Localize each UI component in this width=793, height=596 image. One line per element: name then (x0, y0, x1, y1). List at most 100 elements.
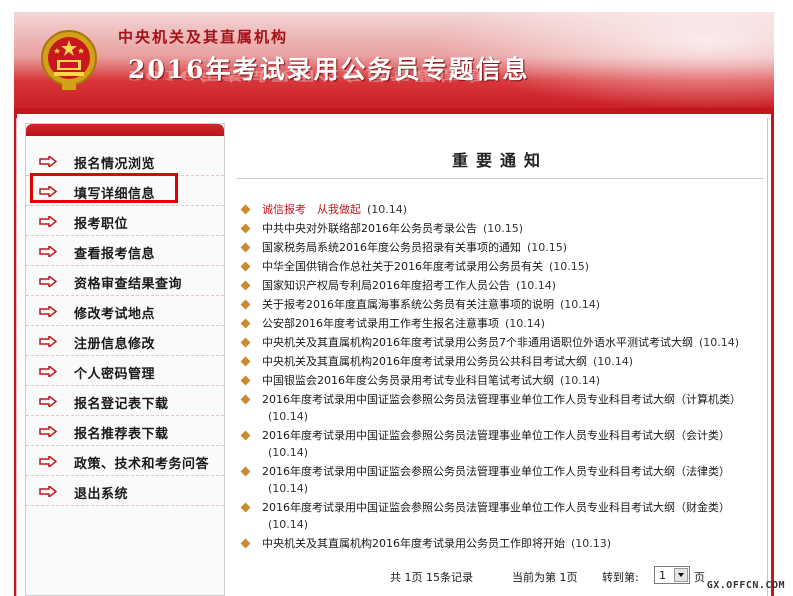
notice-link[interactable]: 国家知识产权局专利局2016年度招考工作人员公告 (262, 279, 510, 292)
header-banner: 中央机关及其直属机构 2016年考试录用公务员专题信息 2016年考试录用公务员… (14, 12, 774, 110)
arrow-right-icon (39, 366, 57, 377)
notice-link[interactable]: 2016年度考试录用中国证监会参照公务员法管理事业单位工作人员专业科目考试大纲（… (262, 393, 741, 406)
diamond-bullet-icon (240, 466, 251, 477)
sidebar-item-label: 注册信息修改 (74, 337, 156, 352)
diamond-bullet-icon (240, 430, 251, 441)
notice-link[interactable]: 中国银监会2016年度公务员录用考试专业科目笔试考试大纲 (262, 374, 554, 387)
notice-link[interactable]: 2016年度考试录用中国证监会参照公务员法管理事业单位工作人员专业科目考试大纲（… (262, 429, 730, 442)
chevron-down-icon[interactable] (674, 568, 688, 582)
arrow-right-icon (39, 456, 57, 467)
sidebar-item-download-recommendation-form[interactable]: 报名推荐表下载 (26, 416, 224, 446)
notice-link[interactable]: 中央机关及其直属机构2016年度考试录用公务员工作即将开始 (262, 537, 565, 550)
diamond-bullet-icon (240, 538, 251, 549)
sidebar-item-edit-registration[interactable]: 注册信息修改 (26, 326, 224, 356)
sidebar-header (26, 124, 224, 136)
diamond-bullet-icon (240, 337, 251, 348)
sidebar-item-qualification-result[interactable]: 资格审查结果查询 (26, 266, 224, 296)
notice-link[interactable]: 中共中央对外联络部2016年公务员考录公告 (262, 222, 477, 235)
sidebar-item-apply-position[interactable]: 报考职位 (26, 206, 224, 236)
pagination-total: 共 1页 15条记录 (390, 571, 473, 584)
banner-subtitle: 中央机关及其直属机构 (118, 28, 289, 46)
sidebar-item-view-application[interactable]: 查看报考信息 (26, 236, 224, 266)
sidebar-item-label: 个人密码管理 (74, 367, 156, 382)
notice-link[interactable]: 中华全国供销合作总社关于2016年度考试录用公务员有关 (262, 260, 543, 273)
arrow-right-icon (39, 276, 57, 287)
notice-date: (10.13) (571, 537, 612, 550)
diamond-bullet-icon (240, 356, 251, 367)
notice-date: (10.15) (483, 222, 524, 235)
sidebar-item-browse-registration[interactable]: 报名情况浏览 (26, 146, 224, 176)
arrow-right-icon (39, 216, 57, 227)
notice-item: 2016年度考试录用中国证监会参照公务员法管理事业单位工作人员专业科目考试大纲（… (238, 463, 758, 497)
diamond-bullet-icon (240, 261, 251, 272)
notice-link[interactable]: 国家税务局系统2016年度公务员招录有关事项的通知 (262, 241, 521, 254)
notice-link[interactable]: 关于报考2016年度直属海事系统公务员有关注意事项的说明 (262, 298, 554, 311)
notice-item: 中央机关及其直属机构2016年度考试录用公务员工作即将开始 (10.13) (238, 535, 758, 552)
arrow-right-icon (39, 486, 57, 497)
section-title-text: 重要通知 (451, 151, 548, 170)
sidebar-item-label: 资格审查结果查询 (74, 277, 183, 292)
diamond-bullet-icon (240, 502, 251, 513)
notice-link[interactable]: 2016年度考试录用中国证监会参照公务员法管理事业单位工作人员专业科目考试大纲（… (262, 501, 730, 514)
notice-link[interactable]: 中央机关及其直属机构2016年度考试录用公务员7个非通用语职位外语水平测试考试大… (262, 336, 693, 349)
notice-item: 中共中央对外联络部2016年公务员考录公告 (10.15) (238, 220, 758, 237)
arrow-right-icon (39, 246, 57, 257)
sidebar-item-change-exam-location[interactable]: 修改考试地点 (26, 296, 224, 326)
diamond-bullet-icon (240, 242, 251, 253)
notice-date: (10.14) (560, 298, 601, 311)
notice-list: 诚信报考 从我做起 (10.14) 中共中央对外联络部2016年公务员考录公告 (1… (238, 201, 758, 554)
diamond-bullet-icon (240, 318, 251, 329)
diamond-bullet-icon (240, 299, 251, 310)
notice-date: (10.14) (367, 203, 408, 216)
notice-item: 诚信报考 从我做起 (10.14) (238, 201, 758, 218)
sidebar-item-label: 政策、技术和考务问答 (74, 457, 210, 472)
arrow-right-icon (39, 306, 57, 317)
diamond-bullet-icon (240, 280, 251, 291)
notice-date: (10.14) (505, 317, 546, 330)
notice-link[interactable]: 诚信报考 从我做起 (262, 203, 361, 216)
pagination-goto-label: 转到第: (602, 571, 639, 584)
page-select[interactable]: 1 (654, 566, 690, 584)
sidebar-item-label: 报名情况浏览 (74, 157, 156, 172)
diamond-bullet-icon (240, 223, 251, 234)
notice-date: (10.14) (699, 336, 740, 349)
sidebar-item-label: 退出系统 (74, 487, 129, 502)
main-panel: 重要通知 诚信报考 从我做起 (10.14) 中共中央对外联络部2016年公务员考… (230, 123, 765, 596)
sidebar-item-password-management[interactable]: 个人密码管理 (26, 356, 224, 386)
sidebar-item-download-registration-form[interactable]: 报名登记表下载 (26, 386, 224, 416)
notice-link[interactable]: 2016年度考试录用中国证监会参照公务员法管理事业单位工作人员专业科目考试大纲（… (262, 465, 730, 478)
sidebar-item-faq[interactable]: 政策、技术和考务问答 (26, 446, 224, 476)
notice-date: (10.14) (268, 446, 309, 459)
diamond-bullet-icon (240, 204, 251, 215)
notice-date: (10.14) (268, 410, 309, 423)
notice-date: (10.14) (268, 518, 309, 531)
sidebar-item-fill-details[interactable]: 填写详细信息 (26, 176, 224, 206)
notice-date: (10.14) (560, 374, 601, 387)
notice-item: 国家税务局系统2016年度公务员招录有关事项的通知 (10.15) (238, 239, 758, 256)
notice-item: 中央机关及其直属机构2016年度考试录用公务员公共科目考试大纲 (10.14) (238, 353, 758, 370)
arrow-right-icon (39, 336, 57, 347)
arrow-right-icon (39, 186, 57, 197)
notice-item: 中央机关及其直属机构2016年度考试录用公务员7个非通用语职位外语水平测试考试大… (238, 334, 758, 351)
notice-item: 中国银监会2016年度公务员录用考试专业科目笔试考试大纲 (10.14) (238, 372, 758, 389)
sidebar-item-label: 修改考试地点 (74, 307, 156, 322)
notice-link[interactable]: 中央机关及其直属机构2016年度考试录用公务员公共科目考试大纲 (262, 355, 587, 368)
diamond-bullet-icon (240, 375, 251, 386)
notice-item: 2016年度考试录用中国证监会参照公务员法管理事业单位工作人员专业科目考试大纲（… (238, 427, 758, 461)
notice-item: 2016年度考试录用中国证监会参照公务员法管理事业单位工作人员专业科目考试大纲（… (238, 391, 758, 425)
diamond-bullet-icon (240, 394, 251, 405)
notice-item: 2016年度考试录用中国证监会参照公务员法管理事业单位工作人员专业科目考试大纲（… (238, 499, 758, 533)
sidebar: 报名情况浏览 填写详细信息 报考职位 查看报考信息 资格审查结果查询 修改考试地… (25, 123, 225, 596)
notice-date: (10.15) (527, 241, 568, 254)
notice-date: (10.15) (549, 260, 590, 273)
notice-link[interactable]: 公安部2016年度考试录用工作考生报名注意事项 (262, 317, 499, 330)
pagination-suffix: 页 (694, 571, 705, 584)
notice-date: (10.14) (268, 482, 309, 495)
arrow-right-icon (39, 396, 57, 407)
national-emblem-icon (41, 30, 97, 90)
sidebar-item-label: 查看报考信息 (74, 247, 156, 262)
sidebar-item-logout[interactable]: 退出系统 (26, 476, 224, 506)
sidebar-item-label: 报名推荐表下载 (74, 427, 169, 442)
notice-item: 中华全国供销合作总社关于2016年度考试录用公务员有关 (10.15) (238, 258, 758, 275)
sidebar-item-label: 报名登记表下载 (74, 397, 169, 412)
